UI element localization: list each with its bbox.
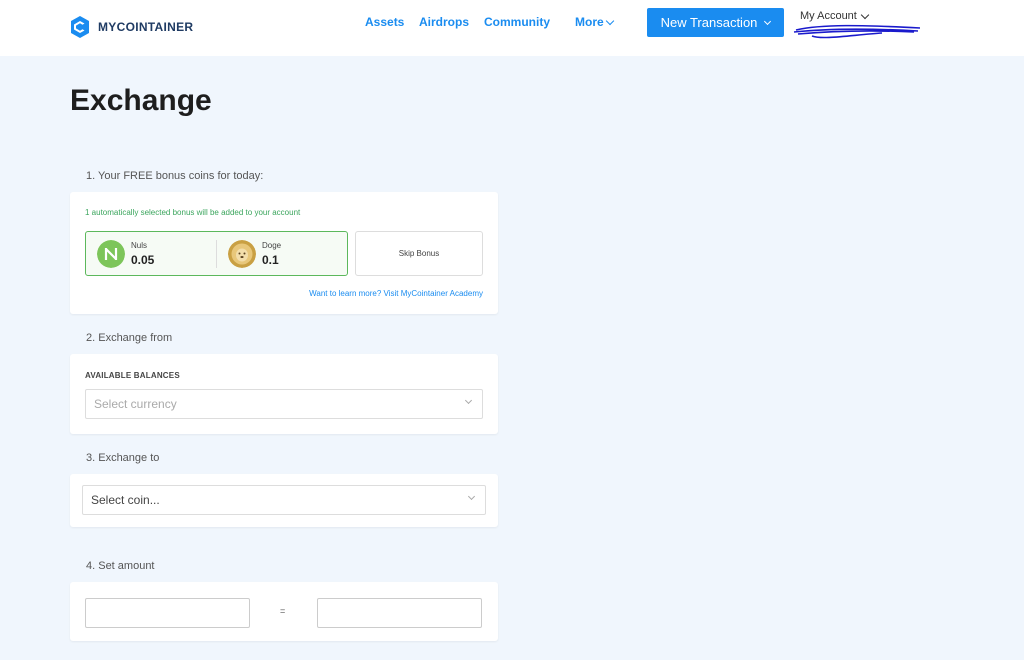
doge-icon xyxy=(228,240,256,268)
my-account-label: My Account xyxy=(800,10,857,22)
chevron-down-icon xyxy=(764,17,772,25)
exchange-from-card: AVAILABLE BALANCES Select currency xyxy=(70,354,498,434)
amount-step-label: 4. Set amount xyxy=(86,560,155,572)
top-navigation-bar: MYCOINTAINER Assets Airdrops Community M… xyxy=(0,0,1024,56)
chevron-down-icon xyxy=(467,492,476,501)
skip-bonus-button[interactable]: Skip Bonus xyxy=(355,231,483,276)
amount-from-input[interactable] xyxy=(85,598,250,628)
amount-card: = xyxy=(70,582,498,641)
academy-link[interactable]: Want to learn more? Visit MyCointainer A… xyxy=(309,289,483,298)
logo[interactable]: MYCOINTAINER xyxy=(70,16,193,38)
exchange-to-card: Select coin... xyxy=(70,474,498,527)
bonus-card: 1 automatically selected bonus will be a… xyxy=(70,192,498,314)
bonus-note: 1 automatically selected bonus will be a… xyxy=(85,208,301,217)
select-currency-dropdown[interactable]: Select currency xyxy=(85,389,483,419)
select-coin-placeholder: Select coin... xyxy=(91,493,160,507)
nav-more-label: More xyxy=(575,15,604,29)
nuls-icon xyxy=(97,240,125,268)
exchange-to-step-label: 3. Exchange to xyxy=(86,452,160,464)
my-account-menu[interactable]: My Account xyxy=(800,10,870,22)
nav-airdrops[interactable]: Airdrops xyxy=(419,15,469,29)
coin-divider xyxy=(216,240,217,268)
nav-community[interactable]: Community xyxy=(484,15,550,29)
bonus-step-label: 1. Your FREE bonus coins for today: xyxy=(86,170,264,182)
redaction-scribble xyxy=(793,24,921,39)
chevron-down-icon xyxy=(464,396,473,405)
chevron-down-icon xyxy=(605,16,614,25)
bonus-coin-nuls: Nuls 0.05 xyxy=(97,240,154,268)
mycointainer-logo-icon xyxy=(71,16,89,38)
coin-amount: 0.1 xyxy=(262,253,279,267)
new-transaction-label: New Transaction xyxy=(660,15,758,30)
coin-name: Doge xyxy=(262,241,282,250)
nav-more[interactable]: More xyxy=(575,15,614,29)
bonus-coins-option[interactable]: Nuls 0.05 Doge 0.1 xyxy=(85,231,348,276)
exchange-from-step-label: 2. Exchange from xyxy=(86,332,173,344)
chevron-down-icon xyxy=(860,10,870,19)
bonus-coin-doge: Doge 0.1 xyxy=(228,240,281,268)
available-balances-label: AVAILABLE BALANCES xyxy=(85,371,180,380)
select-currency-placeholder: Select currency xyxy=(94,397,177,411)
coin-amount: 0.05 xyxy=(131,253,155,267)
page-title: Exchange xyxy=(70,84,212,117)
logo-text: MYCOINTAINER xyxy=(98,20,194,34)
amount-to-input[interactable] xyxy=(317,598,482,628)
new-transaction-button[interactable]: New Transaction xyxy=(647,8,784,37)
nav-assets[interactable]: Assets xyxy=(365,15,404,29)
coin-name: Nuls xyxy=(131,241,148,250)
select-coin-dropdown[interactable]: Select coin... xyxy=(82,485,486,515)
equals-sign: = xyxy=(280,606,286,616)
